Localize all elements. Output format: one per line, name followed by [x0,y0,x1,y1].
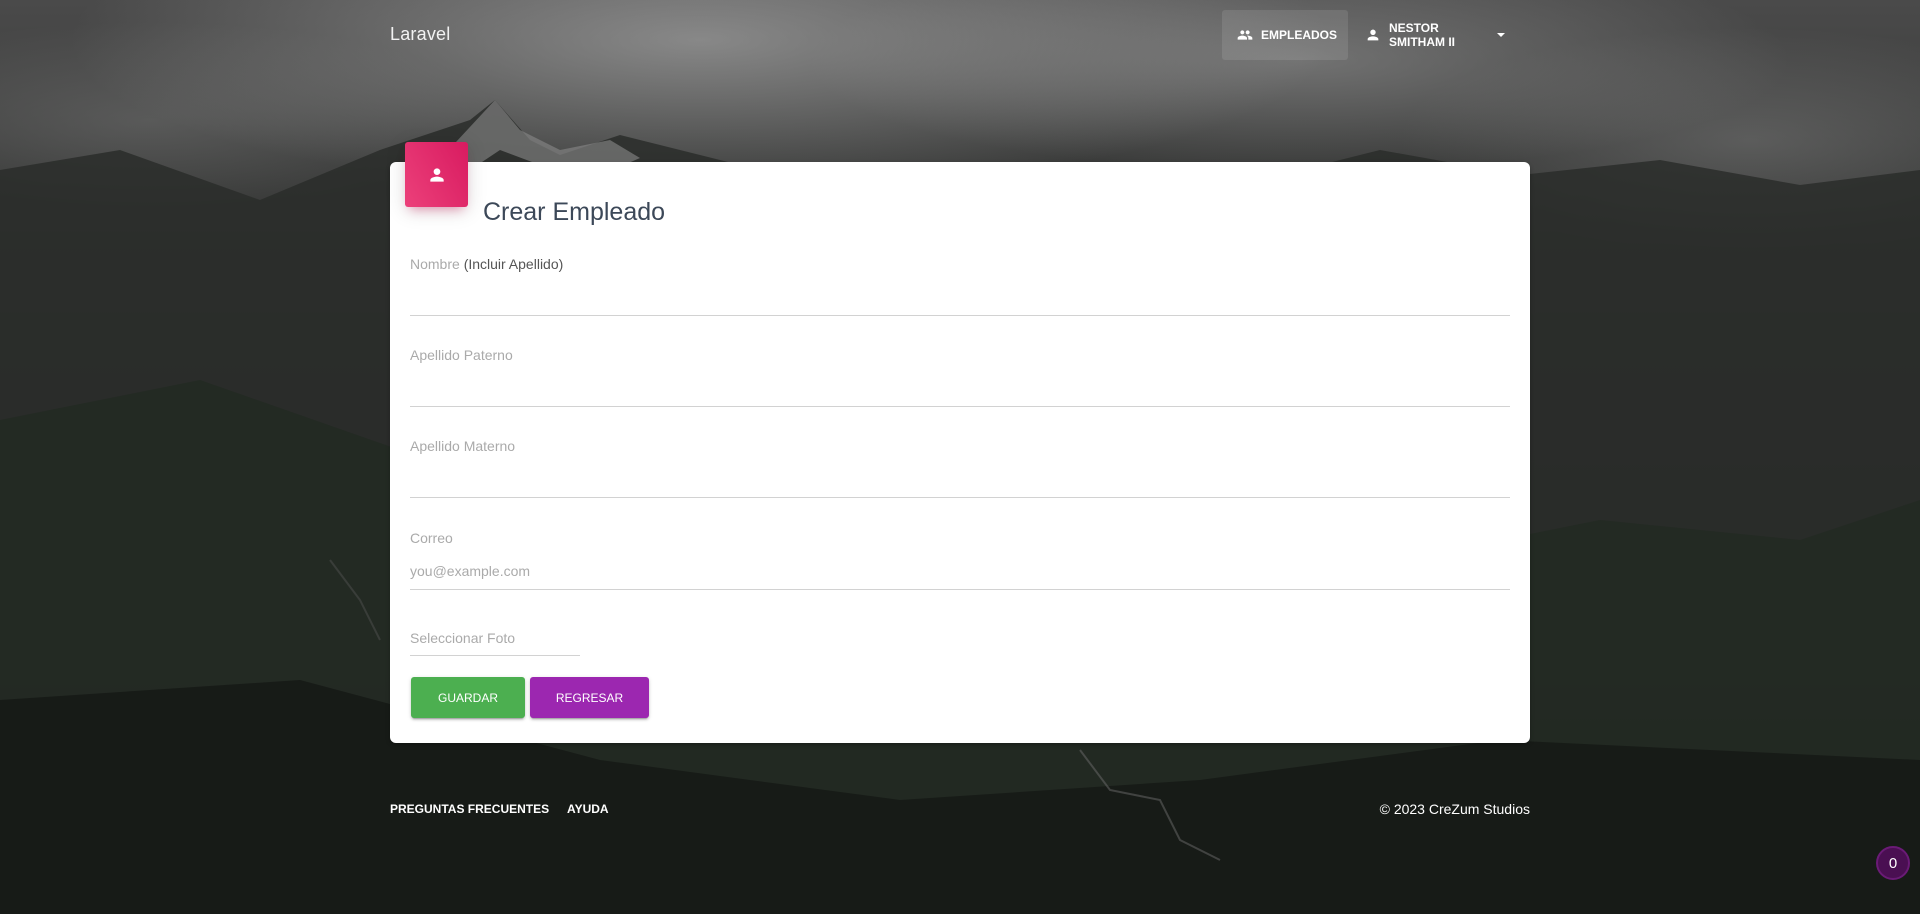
correo-underline [410,589,1510,590]
correo-field-group: Correo [410,530,1510,590]
apellido-materno-field-group: Apellido Materno [410,438,1510,498]
correo-input[interactable] [410,558,1510,584]
apellido-paterno-input[interactable] [410,375,1510,401]
nav-employees-link[interactable]: Empleados [1222,10,1348,60]
apellido-paterno-label: Apellido Paterno [410,347,513,363]
group-icon [1237,30,1253,40]
help-link[interactable]: Ayuda [567,802,609,816]
nav-employees-label: Empleados [1261,28,1338,42]
back-button[interactable]: Regresar [530,677,649,718]
user-menu-dropdown[interactable]: Nestor Smitham II [1350,10,1520,60]
user-name: Nestor Smitham II [1389,21,1455,49]
nombre-input[interactable] [410,284,1510,310]
correo-label: Correo [410,530,453,546]
save-button[interactable]: Guardar [411,677,525,718]
card-title: Crear Empleado [483,198,666,226]
faq-link[interactable]: Preguntas Frecuentes [390,802,549,816]
apellido-paterno-field-group: Apellido Paterno [410,347,1510,407]
apellido-materno-input[interactable] [410,466,1510,492]
select-photo-field[interactable]: Seleccionar Foto [410,630,580,656]
top-navbar: Laravel Empleados Nestor Smitham II [0,0,1920,70]
apellido-materno-label: Apellido Materno [410,438,516,454]
nombre-field-group: Nombre (Incluir Apellido) [410,256,1510,316]
person-icon [429,167,444,182]
apellido-paterno-underline [410,406,1510,407]
copyright-text: © 2023 CreZum Studios [1379,801,1530,817]
nombre-underline [410,315,1510,316]
select-photo-underline [410,655,580,656]
select-photo-label: Seleccionar Foto [410,630,516,646]
card-header-icon [405,142,468,207]
brand-logo[interactable]: Laravel [390,24,450,45]
apellido-materno-underline [410,497,1510,498]
notification-badge[interactable]: 0 [1876,846,1910,880]
nombre-label-text: Nombre [410,256,460,272]
person-icon [1367,29,1379,41]
caret-down-icon [1497,33,1505,37]
nombre-label: Nombre (Incluir Apellido) [410,256,1510,272]
nombre-label-note: (Incluir Apellido) [463,256,564,272]
